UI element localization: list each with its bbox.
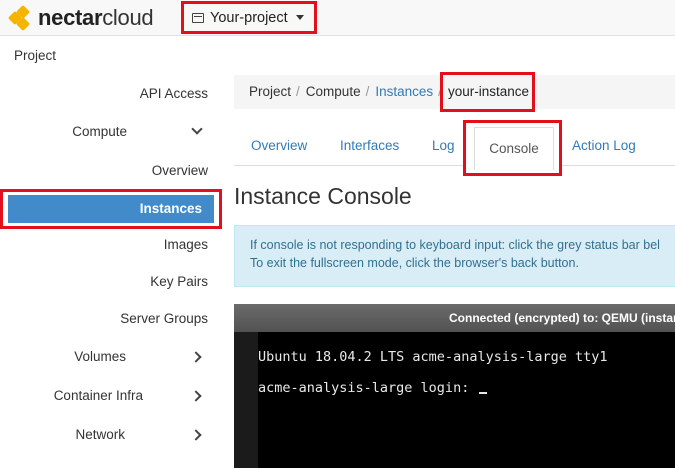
breadcrumb-compute[interactable]: Compute — [306, 84, 361, 99]
console-login-prompt: acme-analysis-large login: — [258, 380, 488, 396]
instance-tabs: Overview Interfaces Log Action Log — [234, 126, 675, 166]
console-frame[interactable]: Connected (encrypted) to: QEMU (instar U… — [234, 304, 675, 468]
sidebar-item-key-pairs[interactable]: Key Pairs — [150, 274, 208, 289]
console-line-1: Ubuntu 18.04.2 LTS acme-analysis-large t… — [258, 349, 608, 365]
hexagon-logo-icon — [7, 4, 34, 32]
sidebar-item-compute[interactable]: Compute — [72, 124, 127, 139]
caret-down-icon — [295, 15, 304, 20]
project-picker-label: Your-project — [210, 9, 288, 26]
chevron-right-icon[interactable] — [190, 351, 202, 363]
chevron-down-icon[interactable] — [191, 123, 203, 135]
sidebar-item-api-access[interactable]: API Access — [140, 86, 208, 101]
console-status-bar[interactable]: Connected (encrypted) to: QEMU (instar — [234, 304, 675, 332]
console-line-2: acme-analysis-large login: — [258, 380, 478, 396]
tab-console[interactable]: Console — [474, 127, 554, 170]
chevron-right-icon[interactable] — [190, 429, 202, 441]
sidebar-section-project[interactable]: Project — [14, 48, 56, 63]
sidebar-item-instances-highlight[interactable]: Instances — [0, 189, 222, 229]
sidebar-item-images[interactable]: Images — [164, 237, 208, 252]
info-alert: If console is not responding to keyboard… — [234, 225, 675, 287]
tab-console-highlight[interactable]: Console — [463, 120, 562, 176]
project-picker-dropdown[interactable]: Your-project — [181, 1, 317, 34]
breadcrumb-instances-link[interactable]: Instances — [375, 84, 433, 99]
sidebar-item-instances[interactable]: Instances — [8, 195, 214, 223]
page-title: Instance Console — [234, 183, 412, 209]
nectarcloud-logo[interactable]: nectarcloud — [7, 4, 154, 32]
tab-action-log[interactable]: Action Log — [572, 126, 636, 166]
breadcrumb-current-instance: your-instance — [440, 72, 535, 112]
console-screen[interactable]: Ubuntu 18.04.2 LTS acme-analysis-large t… — [258, 332, 675, 468]
console-cursor — [479, 392, 488, 394]
sidebar-item-container-infra[interactable]: Container Infra — [54, 388, 143, 403]
tab-overview[interactable]: Overview — [251, 126, 307, 166]
sidebar-item-overview[interactable]: Overview — [152, 163, 208, 178]
tab-interfaces[interactable]: Interfaces — [340, 126, 399, 166]
alert-line-1: If console is not responding to keyboard… — [250, 238, 660, 252]
alert-line-2: To exit the fullscreen mode, click the b… — [250, 256, 579, 270]
top-navbar: nectarcloud Your-project — [0, 0, 675, 36]
breadcrumb-project[interactable]: Project — [249, 84, 291, 99]
sidebar-item-server-groups[interactable]: Server Groups — [120, 311, 208, 326]
chevron-right-icon[interactable] — [190, 390, 202, 402]
brand-name: nectarcloud — [38, 5, 154, 30]
sidebar-item-volumes[interactable]: Volumes — [74, 349, 126, 364]
sidebar: Project API Access Compute Overview Inst… — [0, 37, 222, 468]
sidebar-item-network[interactable]: Network — [75, 427, 125, 442]
project-window-icon — [192, 12, 204, 23]
tab-log[interactable]: Log — [432, 126, 455, 166]
